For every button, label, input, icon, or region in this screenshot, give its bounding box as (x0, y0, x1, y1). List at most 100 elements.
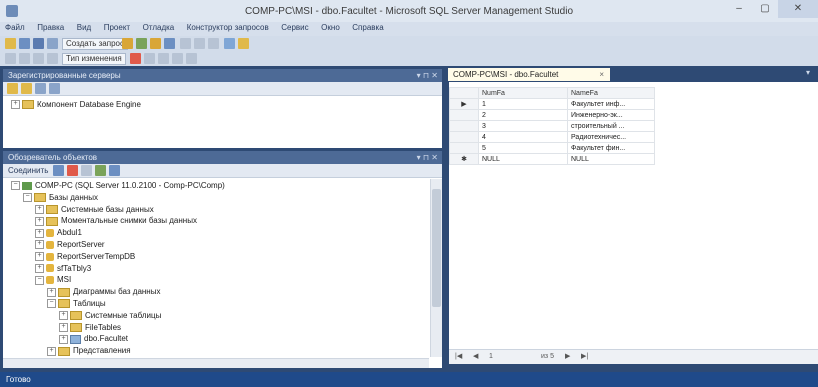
menu-project[interactable]: Проект (99, 22, 135, 32)
tree-node[interactable]: + Системные таблицы (59, 311, 161, 321)
tree-node[interactable]: + Abdul1 (35, 228, 82, 238)
refresh-icon[interactable] (109, 165, 120, 176)
tree-node[interactable]: − COMP-PC (SQL Server 11.0.2100 - Comp-PC… (11, 181, 225, 191)
row-indicator[interactable] (449, 131, 479, 143)
tree-node[interactable]: + sfTaTbly3 (35, 264, 91, 274)
expand-icon[interactable]: + (59, 311, 68, 321)
table-row[interactable]: 2 Инженерно-эк... (449, 109, 655, 121)
expand-icon[interactable]: + (59, 334, 68, 344)
cell-numfa[interactable]: 3 (478, 120, 568, 132)
close-tab-icon[interactable]: × (599, 68, 604, 81)
row-indicator[interactable] (449, 109, 479, 121)
filter-icon[interactable] (95, 165, 106, 176)
menu-help[interactable]: Справка (347, 22, 388, 32)
expand-icon[interactable]: + (35, 228, 44, 238)
save-all-icon[interactable] (47, 38, 58, 49)
column-header-namefa[interactable]: NameFa (567, 87, 655, 99)
tree-node[interactable]: − Таблицы (47, 299, 106, 309)
registered-server-root[interactable]: + Компонент Database Engine (11, 100, 141, 110)
pin-icon[interactable]: ▾ ⊓ ✕ (417, 151, 438, 164)
menu-file[interactable]: Файл (0, 22, 30, 32)
collapse-icon[interactable]: − (35, 275, 44, 285)
connect-icon[interactable] (53, 165, 64, 176)
minimize-button[interactable]: – (726, 0, 752, 18)
paste-icon[interactable] (208, 38, 219, 49)
open-file-icon[interactable] (19, 38, 30, 49)
group-by-icon[interactable] (158, 53, 169, 64)
activity-monitor-icon[interactable] (238, 38, 249, 49)
tree-node[interactable]: + FileTables (59, 323, 121, 333)
tree-node[interactable]: − MSI (35, 275, 71, 285)
xmla-query-icon[interactable] (164, 38, 175, 49)
row-indicator[interactable] (449, 120, 479, 132)
expand-icon[interactable]: + (35, 252, 44, 262)
column-header-numfa[interactable]: NumFa (478, 87, 568, 99)
maximize-button[interactable]: ▢ (752, 0, 778, 18)
expand-icon[interactable]: + (11, 100, 20, 110)
cell-numfa[interactable]: 2 (478, 109, 568, 121)
cell-namefa[interactable]: Радиотехничес... (567, 131, 655, 143)
connect-button[interactable]: Соединить (8, 166, 48, 175)
database-engine-icon[interactable] (7, 83, 18, 94)
integration-services-icon[interactable] (49, 83, 60, 94)
cut-icon[interactable] (180, 38, 191, 49)
collapse-icon[interactable]: − (23, 193, 32, 203)
menu-tools[interactable]: Сервис (276, 22, 313, 32)
cell-namefa[interactable]: Факультет инф... (567, 98, 655, 110)
tree-node[interactable]: + Представления (47, 346, 131, 356)
table-row[interactable]: 4 Радиотехничес... (449, 131, 655, 143)
cell-numfa[interactable]: 5 (478, 142, 568, 154)
analysis-query-icon[interactable] (136, 38, 147, 49)
cell-numfa[interactable]: 4 (478, 131, 568, 143)
new-project-icon[interactable] (5, 38, 16, 49)
cell-namefa[interactable]: Факультет фин... (567, 142, 655, 154)
expand-icon[interactable]: + (35, 240, 44, 250)
menu-view[interactable]: Вид (72, 22, 96, 32)
tree-horizontal-scrollbar[interactable] (3, 358, 429, 368)
cell-numfa[interactable]: 1 (478, 98, 568, 110)
show-results-icon[interactable] (47, 53, 58, 64)
expand-icon[interactable]: + (47, 346, 56, 356)
show-criteria-icon[interactable] (19, 53, 30, 64)
cell-namefa[interactable]: строительный ... (567, 120, 655, 132)
undo-icon[interactable] (224, 38, 235, 49)
tree-vertical-scrollbar[interactable] (430, 179, 442, 357)
scrollbar-thumb[interactable] (432, 189, 441, 307)
expand-icon[interactable]: + (35, 216, 44, 226)
tree-node[interactable]: + Системные базы данных (35, 205, 154, 215)
document-tab-facultet[interactable]: COMP-PC\MSI - dbo.Facultet × (448, 68, 610, 81)
disconnect-icon[interactable] (67, 165, 78, 176)
menu-window[interactable]: Окно (316, 22, 345, 32)
tree-node[interactable]: + Моментальные снимки базы данных (35, 216, 197, 226)
cell-namefa[interactable]: Инженерно-эк... (567, 109, 655, 121)
new-query-button[interactable]: Создать запрос (62, 38, 128, 50)
database-engine-query-icon[interactable] (122, 38, 133, 49)
tab-dropdown-icon[interactable]: ▾ (806, 68, 810, 77)
reporting-services-icon[interactable] (35, 83, 46, 94)
prev-record-button[interactable]: ◀ (473, 350, 478, 364)
execute-sql-icon[interactable] (130, 53, 141, 64)
row-indicator[interactable]: ▶ (449, 98, 479, 110)
row-indicator[interactable]: ✱ (449, 153, 479, 165)
analysis-services-icon[interactable] (21, 83, 32, 94)
copy-icon[interactable] (194, 38, 205, 49)
current-record-field[interactable]: 1 (489, 350, 493, 364)
cell-numfa[interactable]: NULL (478, 153, 568, 165)
table-row[interactable]: 5 Факультет фин... (449, 142, 655, 154)
tree-node[interactable]: + dbo.Facultet (59, 334, 128, 344)
tree-node[interactable]: + Диаграммы баз данных (47, 287, 160, 297)
table-row[interactable]: ✱ NULL NULL (449, 153, 655, 165)
menu-query-designer[interactable]: Конструктор запросов (182, 22, 274, 32)
close-button[interactable]: ✕ (778, 0, 818, 18)
add-table-icon[interactable] (172, 53, 183, 64)
first-record-button[interactable]: |◀ (455, 350, 462, 364)
mdx-query-icon[interactable] (150, 38, 161, 49)
expand-icon[interactable]: + (35, 204, 44, 214)
last-record-button[interactable]: ▶| (581, 350, 588, 364)
cell-namefa[interactable]: NULL (567, 153, 655, 165)
verify-sql-icon[interactable] (144, 53, 155, 64)
menu-debug[interactable]: Отладка (138, 22, 180, 32)
expand-icon[interactable]: + (47, 287, 56, 297)
menu-edit[interactable]: Правка (32, 22, 69, 32)
collapse-icon[interactable]: − (47, 299, 56, 309)
